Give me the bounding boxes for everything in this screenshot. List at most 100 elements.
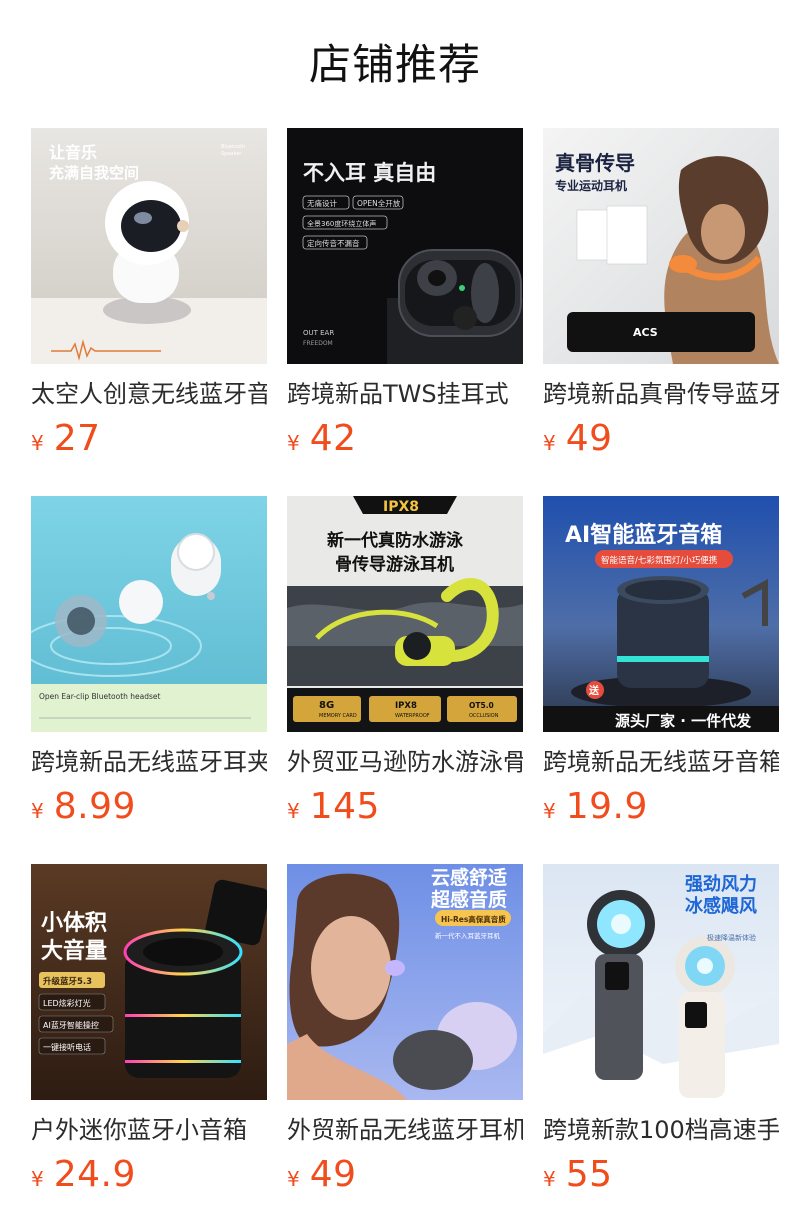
product-card[interactable]: 让音乐 充满自我空间 Bluetooth Speaker 太空人创意无线蓝牙音箱…: [31, 128, 267, 496]
product-card[interactable]: 小体积 大音量 升级蓝牙5.3 LED炫彩灯光 AI蓝牙智能操控 一键接听电话 …: [31, 864, 267, 1232]
product-image[interactable]: 不入耳 真自由 无痛设计 OPEN全开放 全景360度环绕立体声 定向传音不漏音…: [287, 128, 523, 364]
image-text: AI智能蓝牙音箱: [565, 522, 722, 548]
price-amount: 27: [53, 418, 101, 459]
image-text: OPEN全开放: [357, 198, 401, 208]
price-amount: 49: [565, 418, 613, 459]
product-name[interactable]: 跨境新款100档高速手持风扇: [543, 1112, 779, 1148]
image-text: Open Ear-clip Bluetooth headset: [39, 692, 161, 701]
ear-clip-earbuds-icon: Open Ear-clip Bluetooth headset: [31, 496, 267, 732]
astronaut-speaker-icon: 让音乐 充满自我空间 Bluetooth Speaker: [31, 128, 267, 364]
image-text: Hi-Res高保真音质: [441, 914, 506, 924]
image-text: IPX8: [395, 701, 417, 711]
currency-symbol: ¥: [543, 799, 556, 823]
currency-symbol: ¥: [287, 1167, 300, 1191]
product-image[interactable]: ACS 真骨传导 专业运动耳机: [543, 128, 779, 364]
product-card[interactable]: AI智能蓝牙音箱 智能语音/七彩氛围灯/小巧便携 送 源头厂家 · 一件代发 跨…: [543, 496, 779, 864]
currency-symbol: ¥: [287, 799, 300, 823]
product-image[interactable]: 小体积 大音量 升级蓝牙5.3 LED炫彩灯光 AI蓝牙智能操控 一键接听电话: [31, 864, 267, 1100]
product-card[interactable]: ACS 真骨传导 专业运动耳机 跨境新品真骨传导蓝牙耳机 ¥49: [543, 128, 779, 496]
product-name[interactable]: 太空人创意无线蓝牙音箱: [31, 376, 267, 412]
image-text: 极速降温新体验: [707, 933, 756, 942]
product-card[interactable]: 云感舒适 超感音质 Hi-Res高保真音质 新一代不入耳蓝牙耳机 外贸新品无线蓝…: [287, 864, 523, 1232]
image-text: 源头厂家 · 一件代发: [615, 712, 752, 730]
image-text: Speaker: [221, 151, 242, 157]
image-text: 真骨传导: [555, 151, 635, 175]
currency-symbol: ¥: [31, 799, 44, 823]
store-recommendation-page: 店铺推荐 让音乐 充满自我空间 Bluetooth Speaker 太空人创意无…: [0, 0, 790, 1232]
product-image[interactable]: 云感舒适 超感音质 Hi-Res高保真音质 新一代不入耳蓝牙耳机: [287, 864, 523, 1100]
image-text: Bluetooth: [221, 144, 245, 150]
product-price: ¥42: [287, 416, 523, 462]
image-text: 8G: [319, 700, 334, 711]
product-name[interactable]: 跨境新品无线蓝牙音箱: [543, 744, 779, 780]
image-text: 让音乐: [49, 143, 97, 162]
currency-symbol: ¥: [31, 1167, 44, 1191]
image-text: ACS: [633, 326, 658, 339]
product-grid: 让音乐 充满自我空间 Bluetooth Speaker 太空人创意无线蓝牙音箱…: [31, 128, 790, 1232]
handheld-fan-icon: 强劲风力 冰感飓风 极速降温新体验: [543, 864, 779, 1100]
image-text: 充满自我空间: [49, 164, 139, 182]
image-text: AI蓝牙智能操控: [43, 1020, 99, 1030]
swimming-headset-icon: IPX8 新一代真防水游泳 骨传导游泳耳机 8G MEMORY CARD IPX…: [287, 496, 523, 732]
price-amount: 55: [565, 1154, 613, 1195]
image-text: 全景360度环绕立体声: [307, 219, 376, 228]
price-amount: 49: [309, 1154, 357, 1195]
image-text: WATERPROOF: [395, 713, 430, 719]
image-text: 强劲风力: [685, 874, 757, 895]
product-price: ¥8.99: [31, 784, 267, 830]
product-price: ¥55: [543, 1152, 779, 1198]
image-text: 智能语音/七彩氛围灯/小巧便携: [601, 555, 717, 566]
product-price: ¥49: [543, 416, 779, 462]
product-image[interactable]: Open Ear-clip Bluetooth headset: [31, 496, 267, 732]
product-price: ¥19.9: [543, 784, 779, 830]
product-name[interactable]: 外贸新品无线蓝牙耳机: [287, 1112, 523, 1148]
image-text: 新一代真防水游泳: [327, 530, 464, 551]
currency-symbol: ¥: [543, 1167, 556, 1191]
open-ear-earbuds-icon: 不入耳 真自由 无痛设计 OPEN全开放 全景360度环绕立体声 定向传音不漏音…: [287, 128, 523, 364]
rgb-speaker-icon: 小体积 大音量 升级蓝牙5.3 LED炫彩灯光 AI蓝牙智能操控 一键接听电话: [31, 864, 267, 1100]
image-text: 专业运动耳机: [555, 178, 627, 193]
product-card[interactable]: Open Ear-clip Bluetooth headset 跨境新品无线蓝牙…: [31, 496, 267, 864]
product-image[interactable]: 强劲风力 冰感飓风 极速降温新体验: [543, 864, 779, 1100]
product-price: ¥27: [31, 416, 267, 462]
currency-symbol: ¥: [543, 431, 556, 455]
price-amount: 42: [309, 418, 357, 459]
image-text: 一键接听电话: [43, 1042, 91, 1052]
currency-symbol: ¥: [31, 431, 44, 455]
product-card[interactable]: 不入耳 真自由 无痛设计 OPEN全开放 全景360度环绕立体声 定向传音不漏音…: [287, 128, 523, 496]
price-amount: 8.99: [53, 786, 136, 827]
product-name[interactable]: 户外迷你蓝牙小音箱: [31, 1112, 267, 1148]
product-image[interactable]: AI智能蓝牙音箱 智能语音/七彩氛围灯/小巧便携 送 源头厂家 · 一件代发: [543, 496, 779, 732]
product-name[interactable]: 跨境新品真骨传导蓝牙耳机: [543, 376, 779, 412]
mini-speaker-icon: AI智能蓝牙音箱 智能语音/七彩氛围灯/小巧便携 送 源头厂家 · 一件代发: [543, 496, 779, 732]
bone-conduction-headset-icon: ACS 真骨传导 专业运动耳机: [543, 128, 779, 364]
model-earbuds-icon: 云感舒适 超感音质 Hi-Res高保真音质 新一代不入耳蓝牙耳机: [287, 864, 523, 1100]
price-amount: 19.9: [565, 786, 648, 827]
image-text: 无痛设计: [307, 198, 337, 208]
image-text: OUT EAR: [303, 329, 334, 337]
product-price: ¥49: [287, 1152, 523, 1198]
product-card[interactable]: IPX8 新一代真防水游泳 骨传导游泳耳机 8G MEMORY CARD IPX…: [287, 496, 523, 864]
image-text: LED炫彩灯光: [43, 998, 91, 1008]
product-name[interactable]: 跨境新品无线蓝牙耳夹: [31, 744, 267, 780]
image-text: IPX8: [383, 499, 419, 515]
image-text: MEMORY CARD: [319, 713, 357, 719]
image-text: 冰感飓风: [685, 895, 757, 917]
image-text: 新一代不入耳蓝牙耳机: [435, 931, 501, 940]
image-text: 升级蓝牙5.3: [43, 976, 92, 987]
price-amount: 24.9: [53, 1154, 136, 1195]
price-amount: 145: [309, 786, 380, 827]
product-image[interactable]: 让音乐 充满自我空间 Bluetooth Speaker: [31, 128, 267, 364]
image-text: 不入耳 真自由: [303, 161, 436, 185]
image-text: 定向传音不漏音: [307, 238, 360, 248]
page-title: 店铺推荐: [308, 40, 481, 89]
image-text: 超感音质: [430, 888, 507, 911]
currency-symbol: ¥: [287, 431, 300, 455]
product-name[interactable]: 外贸亚马逊防水游泳骨传导: [287, 744, 523, 780]
product-image[interactable]: IPX8 新一代真防水游泳 骨传导游泳耳机 8G MEMORY CARD IPX…: [287, 496, 523, 732]
image-text: 大音量: [41, 938, 107, 964]
image-text: FREEDOM: [303, 340, 333, 347]
image-text: 送: [588, 684, 600, 697]
product-card[interactable]: 强劲风力 冰感飓风 极速降温新体验 跨境新款100档高速手持风扇 ¥55: [543, 864, 779, 1232]
product-name[interactable]: 跨境新品TWS挂耳式: [287, 376, 523, 412]
